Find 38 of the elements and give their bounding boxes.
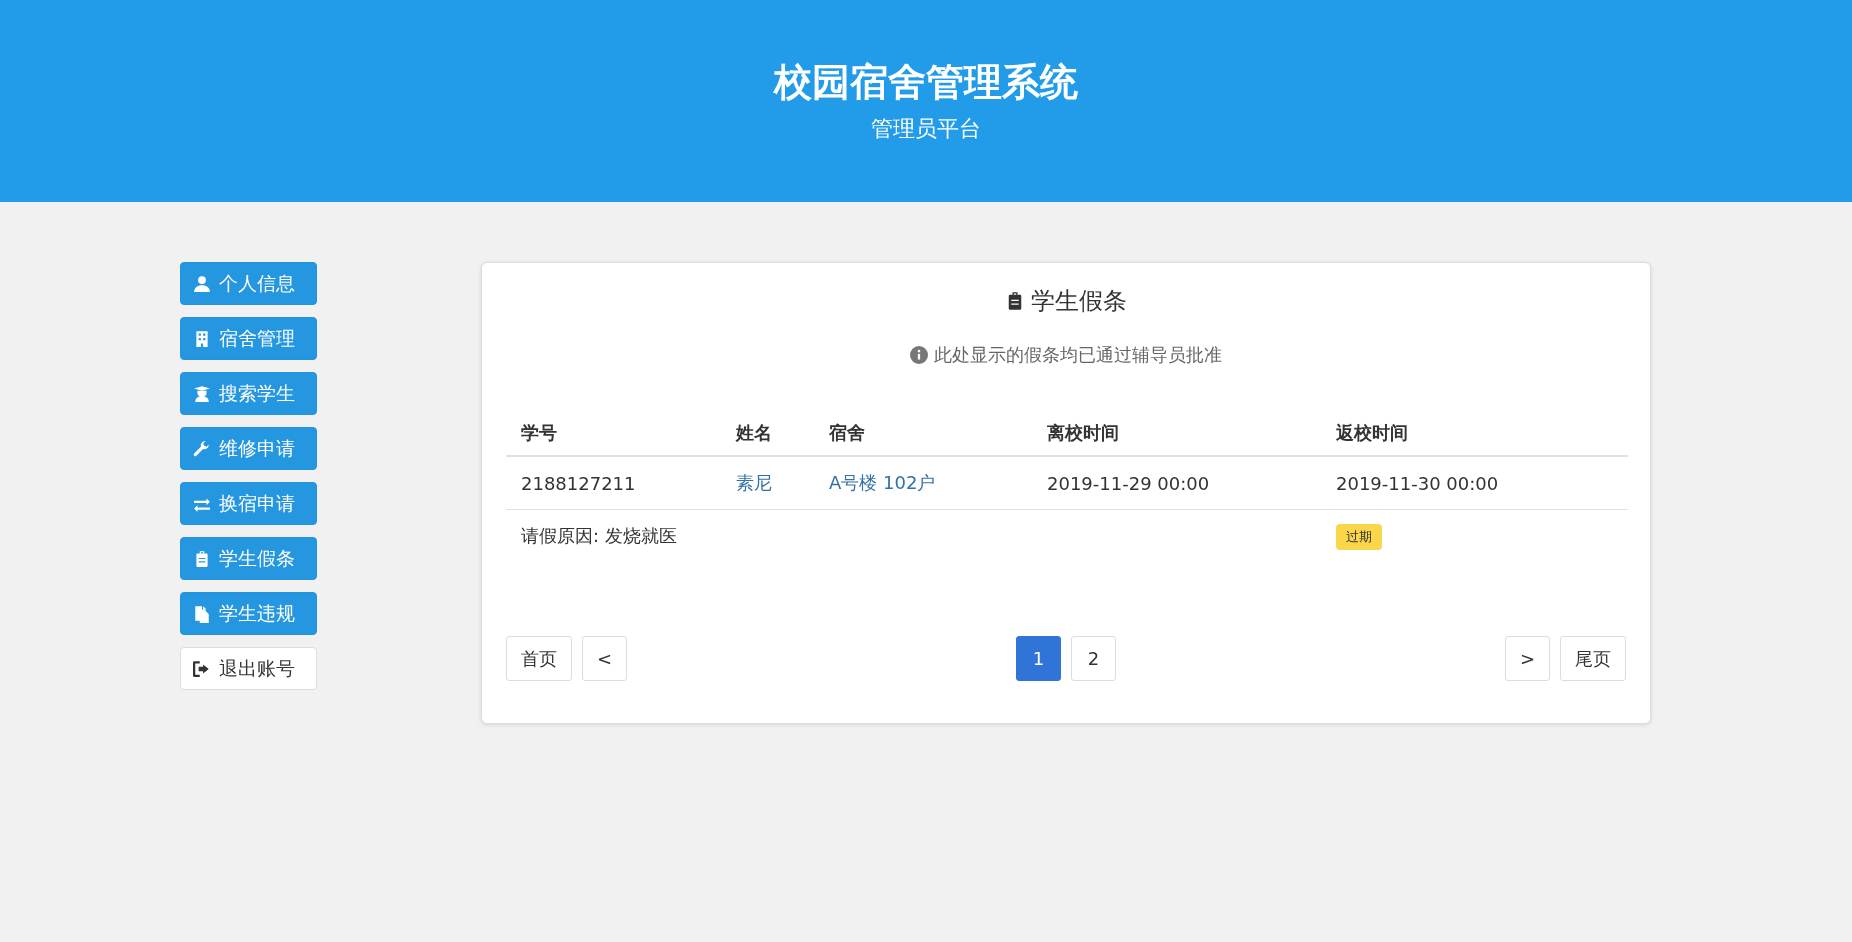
suitcase-icon: [193, 549, 211, 568]
documents-icon: [193, 604, 211, 623]
column-header: 离校时间: [1032, 407, 1321, 456]
page-button[interactable]: 1: [1016, 636, 1061, 681]
info-icon: [910, 346, 928, 364]
first-page-button[interactable]: 首页: [506, 636, 572, 681]
notice-text: 此处显示的假条均已通过辅导员批准: [934, 343, 1222, 367]
column-header: 学号: [506, 407, 721, 456]
sidebar-button[interactable]: 宿舍管理: [180, 317, 317, 360]
prev-page-button[interactable]: <: [582, 636, 628, 681]
sidebar-button[interactable]: 维修申请: [180, 427, 317, 470]
sidebar-button[interactable]: 学生假条: [180, 537, 317, 580]
page-button[interactable]: 2: [1071, 636, 1116, 681]
next-page-button[interactable]: >: [1504, 636, 1550, 681]
table-cell: 2188127211: [506, 456, 721, 510]
sidebar-button[interactable]: 换宿申请: [180, 482, 317, 525]
site-title: 校园宿舍管理系统: [774, 58, 1078, 106]
column-header: 返校时间: [1321, 407, 1628, 456]
column-header: 姓名: [721, 407, 814, 456]
dorm-link[interactable]: A号楼 102户: [829, 472, 936, 493]
status-badge: 过期: [1336, 524, 1382, 550]
card-title: 学生假条: [1031, 286, 1127, 317]
table-cell: 2019-11-30 00:00: [1321, 456, 1628, 510]
sidebar-button[interactable]: 学生违规: [180, 592, 317, 635]
column-header: 宿舍: [814, 407, 1032, 456]
graduate-icon: [193, 384, 211, 403]
building-icon: [193, 329, 211, 348]
wrench-icon: [193, 439, 211, 458]
reason-text: 请假原因: 发烧就医: [506, 509, 1321, 626]
site-subtitle: 管理员平台: [871, 114, 981, 143]
logout-button[interactable]: 退出账号: [180, 647, 317, 690]
last-page-button[interactable]: 尾页: [1560, 636, 1626, 681]
name-link[interactable]: 素尼: [736, 472, 772, 493]
sign-out-icon: [193, 659, 211, 678]
sidebar-button[interactable]: 搜索学生: [180, 372, 317, 415]
user-icon: [193, 274, 211, 293]
sidebar-button[interactable]: 个人信息: [180, 262, 317, 305]
table-cell: 2019-11-29 00:00: [1032, 456, 1321, 510]
